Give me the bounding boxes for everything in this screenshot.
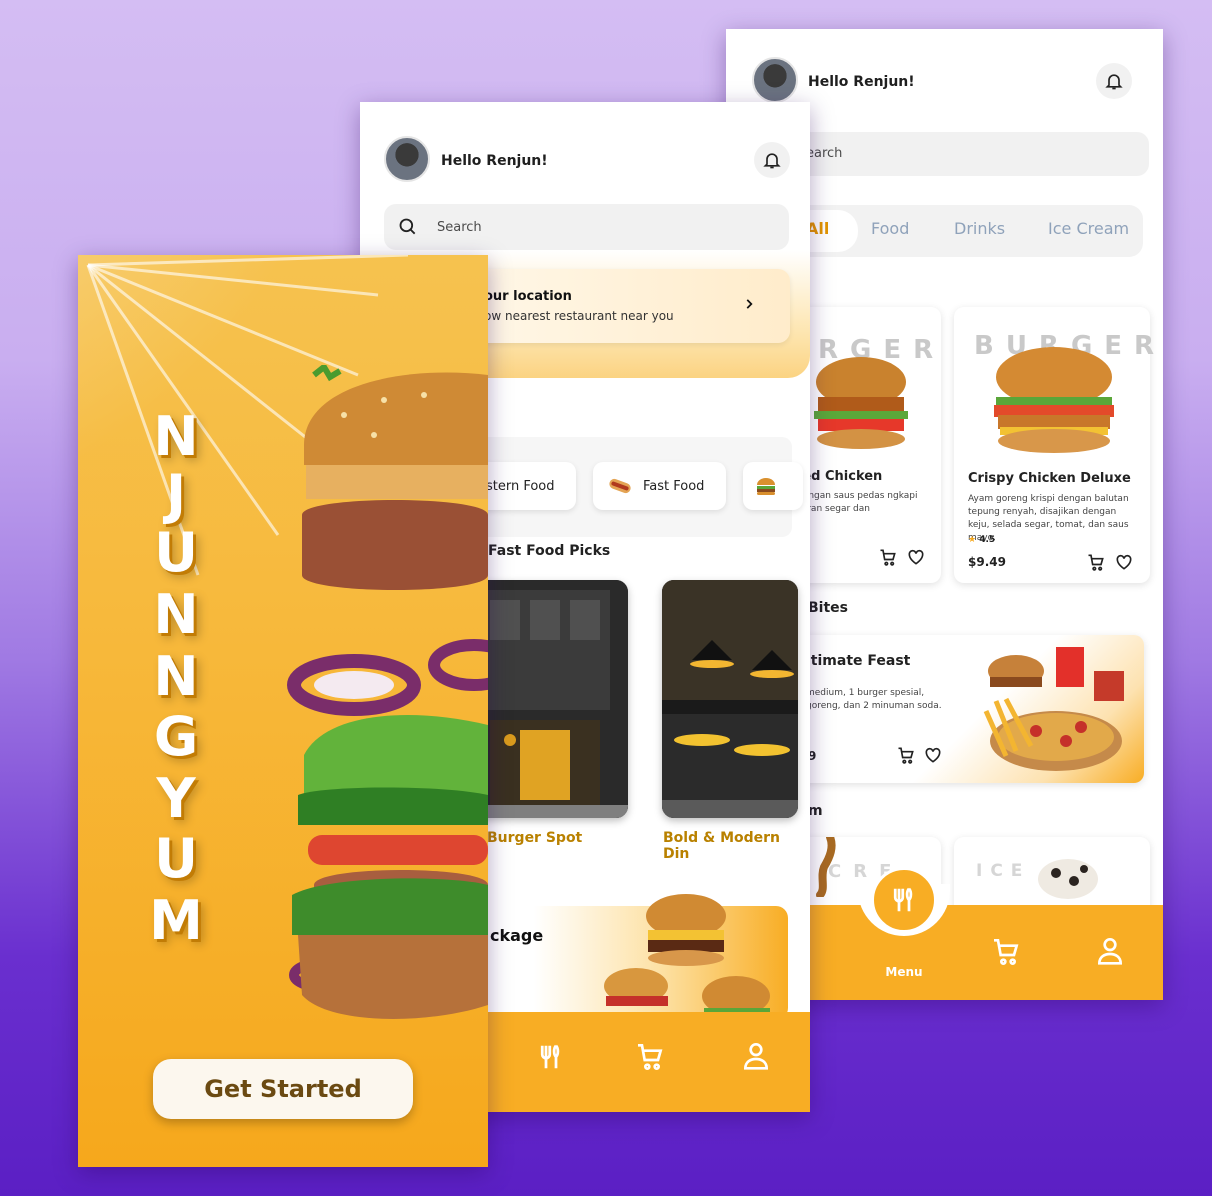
notification-bell-icon[interactable] <box>754 142 790 178</box>
section-title: Fast Food Picks <box>488 543 611 559</box>
tab-drinks[interactable]: Drinks <box>954 219 1005 238</box>
brand-letter: Y <box>156 767 196 830</box>
chip-burger[interactable] <box>743 462 803 510</box>
tab-food[interactable]: Food <box>871 219 909 238</box>
search-input[interactable]: earch <box>796 132 1149 176</box>
cart-icon[interactable] <box>896 745 916 765</box>
burger-image <box>994 347 1114 453</box>
splash-screen: N J U N N G Y U M Get Started <box>78 255 488 1167</box>
brand-letter: G <box>153 705 199 768</box>
restaurant-name: Burger Spot <box>487 830 583 846</box>
cart-icon[interactable] <box>878 547 898 567</box>
product-price: $9.49 <box>968 555 1006 569</box>
notification-bell-icon[interactable] <box>1096 63 1132 99</box>
brand-letter: N <box>153 645 199 708</box>
brand-letter: U <box>154 521 198 584</box>
package-title: ckage <box>490 926 544 945</box>
location-card[interactable]: our location ow nearest restaurant near … <box>440 269 790 343</box>
location-title: our location <box>484 289 572 304</box>
get-started-button[interactable]: Get Started <box>153 1059 413 1119</box>
nav-menu-icon[interactable] <box>536 1042 566 1072</box>
star-icon: ★ <box>968 535 977 545</box>
product-title: Crispy Chicken Deluxe <box>968 471 1131 486</box>
package-desc: medium, 1 burger spesial, goreng, dan 2 … <box>806 688 942 711</box>
burger-stack-image <box>604 894 770 1016</box>
search-bar[interactable]: Search <box>384 204 789 250</box>
product-card[interactable]: BURGER Crispy Chicken Deluxe Ayam goreng… <box>954 307 1154 583</box>
search-input[interactable]: Search <box>437 220 482 235</box>
tab-ice-cream[interactable]: Ice Cream <box>1048 219 1129 238</box>
heart-icon[interactable] <box>906 547 926 567</box>
brand-letter: U <box>154 827 198 890</box>
rating-value: 4.5 <box>979 535 996 545</box>
bottom-bun-image <box>292 878 488 1019</box>
restaurant-card[interactable] <box>662 580 798 818</box>
nav-cart-icon[interactable] <box>990 935 1022 967</box>
category-tabs: All Food Drinks Ice Cream <box>786 205 1143 257</box>
avatar[interactable] <box>752 57 798 103</box>
burger-image <box>814 357 908 449</box>
chip-fast-food[interactable]: Fast Food <box>593 462 726 510</box>
brand-letter: J <box>165 463 187 526</box>
ice-cream-image <box>1038 859 1098 899</box>
package-card[interactable]: ltimate Feast medium, 1 burger spesial, … <box>776 635 1144 783</box>
greeting: Hello Renjun! <box>441 153 548 169</box>
restaurant-image <box>662 580 798 818</box>
brand-letter: N <box>153 583 199 646</box>
heart-icon[interactable] <box>923 745 943 765</box>
section-title: Bites <box>808 600 848 616</box>
hotdog-icon <box>607 476 633 496</box>
chip-label: Fast Food <box>643 478 705 494</box>
restaurant-name: Bold & Modern Din <box>663 830 781 862</box>
nav-cart-icon[interactable] <box>634 1040 666 1072</box>
chip-label: astern Food <box>478 478 555 494</box>
feast-image <box>983 647 1124 771</box>
rating: ★ 4.5 <box>968 535 995 545</box>
greeting: Hello Renjun! <box>808 74 915 90</box>
nav-profile-icon[interactable] <box>740 1038 772 1072</box>
cart-icon[interactable] <box>1086 552 1106 572</box>
nav-menu-button[interactable] <box>871 867 937 933</box>
brand-letter: N <box>153 405 199 468</box>
nav-profile-icon[interactable] <box>1094 933 1126 967</box>
avatar[interactable] <box>384 136 430 182</box>
burger-icon <box>755 476 777 496</box>
package-title: ltimate Feast <box>806 653 911 669</box>
location-subtitle: ow nearest restaurant near you <box>484 309 674 323</box>
section-title: m <box>808 803 823 819</box>
nav-menu-label: Menu <box>885 965 923 979</box>
heart-icon[interactable] <box>1114 552 1134 572</box>
chevron-right-icon[interactable] <box>742 297 756 311</box>
search-icon <box>398 217 418 237</box>
brand-letter: M <box>149 889 203 952</box>
